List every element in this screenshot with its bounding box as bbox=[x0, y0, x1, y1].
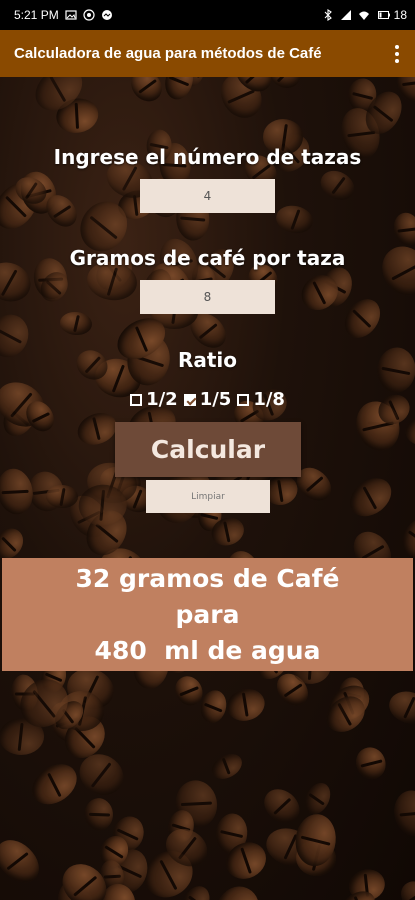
battery-indicator: 18 bbox=[376, 8, 407, 22]
coffee-bean bbox=[124, 77, 168, 109]
ratio-option-label: 1/2 bbox=[146, 389, 178, 410]
coffee-bean bbox=[25, 756, 85, 813]
clear-button[interactable]: Limpiar bbox=[146, 480, 270, 513]
ratio-option-1-8[interactable]: 1/8 bbox=[237, 389, 285, 410]
result-line-water: 480 ml de agua bbox=[94, 635, 321, 665]
coffee-bean bbox=[161, 77, 197, 103]
coffee-bean bbox=[223, 683, 270, 725]
coffee-bean bbox=[0, 831, 47, 891]
cups-label: Ingrese el número de tazas bbox=[53, 145, 362, 169]
result-line-para: para bbox=[175, 599, 240, 629]
calculate-button[interactable]: Calcular bbox=[115, 422, 301, 477]
coffee-bean bbox=[315, 164, 360, 206]
ratio-option-label: 1/5 bbox=[199, 389, 232, 410]
coffee-bean bbox=[59, 311, 93, 337]
status-bar: 5:21 PM 18 bbox=[0, 0, 415, 30]
coffee-bean bbox=[299, 778, 336, 819]
overflow-menu-icon[interactable] bbox=[393, 39, 401, 69]
coffee-bean bbox=[352, 742, 391, 784]
ratio-option-1-5[interactable]: 1/5 bbox=[183, 389, 232, 410]
ratio-checkbox-1-2[interactable] bbox=[130, 393, 143, 406]
result-line-coffee: 32 gramos de Café bbox=[75, 563, 340, 593]
battery-icon bbox=[377, 11, 390, 19]
ratio-label: Ratio bbox=[177, 348, 238, 372]
coffee-bean bbox=[396, 513, 415, 562]
ratio-checkbox-1-8[interactable] bbox=[237, 393, 250, 406]
result-panel: 32 gramos de Café para 480 ml de agua bbox=[2, 558, 413, 671]
gallery-icon bbox=[65, 10, 77, 20]
coffee-bean bbox=[0, 466, 38, 518]
battery-level: 18 bbox=[393, 8, 407, 22]
coffee-bean bbox=[273, 201, 316, 237]
signal-icon bbox=[340, 10, 351, 20]
cups-input[interactable] bbox=[140, 179, 275, 213]
coffee-bean bbox=[82, 796, 115, 831]
coffee-bean bbox=[207, 748, 247, 784]
coffee-bean bbox=[209, 879, 267, 900]
coffee-bean bbox=[404, 413, 415, 448]
menu-dot bbox=[395, 44, 399, 49]
grams-input[interactable] bbox=[140, 280, 275, 314]
whatsapp-icon bbox=[83, 9, 95, 21]
coffee-bean bbox=[342, 470, 399, 525]
status-right: 18 bbox=[322, 8, 407, 22]
coffee-bean bbox=[395, 875, 415, 900]
app-title: Calculadora de agua para métodos de Café bbox=[14, 45, 322, 62]
grams-label: Gramos de café por taza bbox=[69, 246, 346, 270]
ratio-option-label: 1/8 bbox=[253, 389, 285, 410]
coffee-bean bbox=[390, 209, 415, 248]
menu-dot bbox=[395, 51, 399, 56]
coffee-bean bbox=[384, 686, 415, 728]
app-bar: Calculadora de agua para métodos de Café bbox=[0, 30, 415, 77]
coffee-bean bbox=[390, 787, 415, 841]
menu-dot bbox=[395, 58, 399, 63]
bluetooth-icon bbox=[324, 9, 332, 21]
messenger-icon bbox=[101, 10, 112, 20]
wifi-icon bbox=[358, 11, 369, 20]
ratio-option-1-2[interactable]: 1/2 bbox=[130, 389, 178, 410]
ratio-options: 1/2 1/5 1/8 bbox=[0, 389, 415, 410]
status-left: 5:21 PM bbox=[14, 8, 113, 22]
ratio-checkbox-1-5[interactable] bbox=[183, 393, 196, 406]
status-time: 5:21 PM bbox=[14, 8, 59, 22]
coffee-bean bbox=[257, 782, 306, 830]
